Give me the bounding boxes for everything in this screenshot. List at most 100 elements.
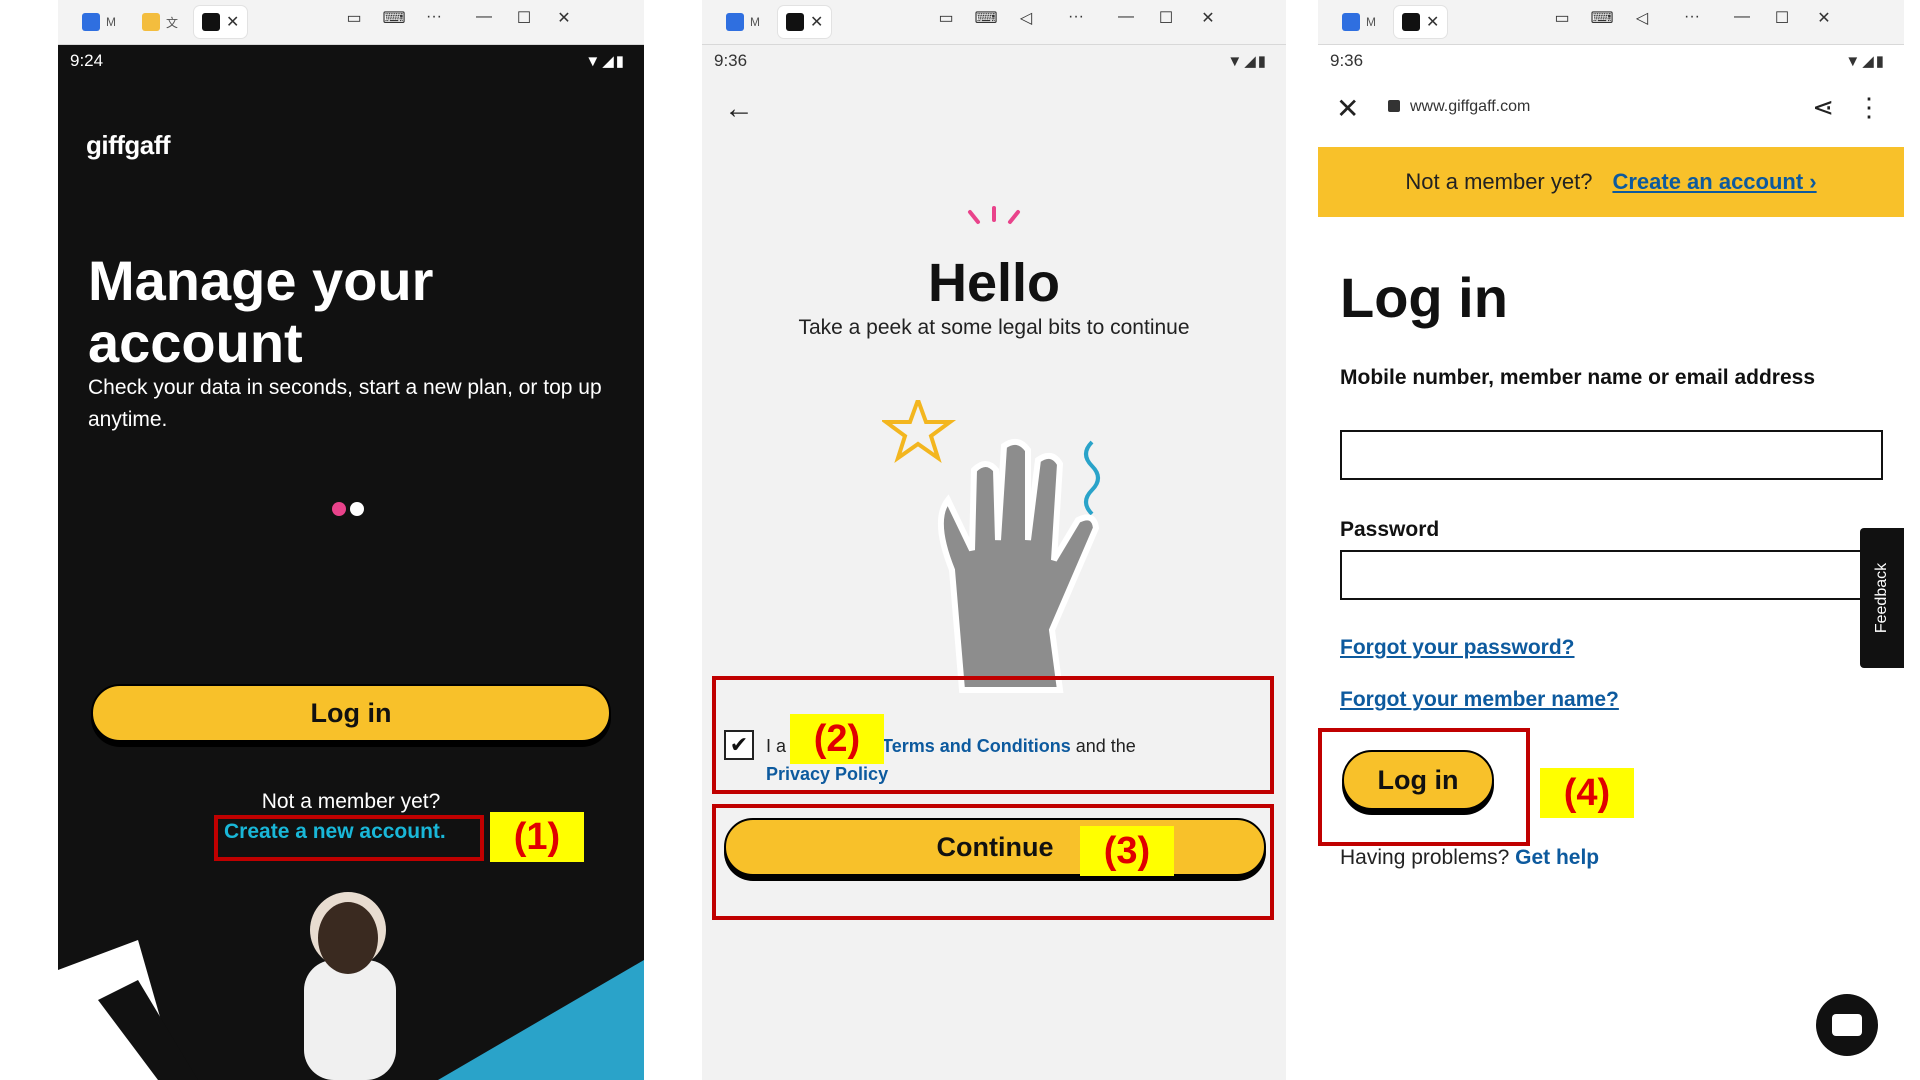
- more-icon[interactable]: ···: [1062, 8, 1090, 26]
- close-tab-icon[interactable]: ✕: [1426, 12, 1439, 32]
- app-favicon-icon: [726, 13, 744, 31]
- carousel-dots: [332, 502, 364, 516]
- status-bar: 9:24 ▼◢▮: [58, 44, 644, 78]
- feedback-label: Feedback: [1873, 562, 1891, 634]
- tab-label: M: [106, 15, 116, 29]
- lock-icon: [1388, 100, 1400, 112]
- page-title: Manage your account: [88, 249, 434, 374]
- legal-subtitle: Take a peek at some legal bits to contin…: [798, 316, 1190, 339]
- step-annotation-2: (2): [790, 714, 884, 764]
- username-input[interactable]: [1340, 430, 1883, 480]
- panel-login: M ✕ ▭ ⌨ ◁ ··· — ☐ ✕ 9:36 ▼◢▮ ✕ www.giffg…: [1318, 0, 1904, 1080]
- highlight-box-1: [214, 815, 484, 861]
- status-bar: 9:36 ▼◢▮: [1318, 44, 1904, 78]
- giffgaff-favicon-icon: [202, 13, 220, 31]
- more-icon[interactable]: ···: [420, 8, 448, 26]
- waving-hand-illustration: [882, 400, 1100, 693]
- minimize-icon[interactable]: —: [470, 8, 498, 26]
- browser-tab-bar: M ✕ ▭ ⌨ ◁ ··· — ☐ ✕: [1318, 0, 1904, 45]
- password-label: Password: [1340, 518, 1440, 541]
- step-annotation-3: (3): [1080, 826, 1174, 876]
- step-annotation-1: (1): [490, 812, 584, 862]
- status-time: 9:36: [714, 51, 748, 70]
- chat-button[interactable]: [1816, 994, 1878, 1056]
- member-banner: Not a member yet? Create an account ›: [1318, 147, 1904, 217]
- minimize-icon[interactable]: —: [1112, 8, 1140, 26]
- giffgaff-logo: giffgaff: [86, 130, 171, 160]
- keyboard-icon[interactable]: ⌨: [1588, 8, 1616, 28]
- login-button[interactable]: Log in: [91, 684, 611, 742]
- signal-battery-icon: ▼◢▮: [1227, 53, 1268, 70]
- forgot-password-link[interactable]: Forgot your password?: [1340, 636, 1575, 660]
- kebab-menu-icon[interactable]: ⋮: [1856, 92, 1882, 123]
- more-icon[interactable]: ···: [1678, 8, 1706, 26]
- status-bar: 9:36 ▼◢▮: [702, 44, 1286, 78]
- tab-app[interactable]: M: [718, 6, 768, 38]
- help-line: Having problems? Get help: [1340, 846, 1599, 870]
- keyboard-icon[interactable]: ⌨: [380, 8, 408, 28]
- privacy-link[interactable]: Privacy Policy: [766, 764, 888, 784]
- screen-icon[interactable]: ▭: [1548, 8, 1576, 28]
- tab-label: 文: [166, 15, 179, 30]
- back-arrow-icon[interactable]: ←: [724, 92, 754, 126]
- sparkle-icon: [968, 206, 1020, 224]
- tab-app[interactable]: M: [1334, 6, 1384, 38]
- maximize-icon[interactable]: ☐: [1768, 8, 1796, 28]
- tab-giffgaff[interactable]: ✕: [1394, 6, 1448, 38]
- minimize-icon[interactable]: —: [1728, 8, 1756, 26]
- speaker-icon[interactable]: ◁: [1012, 8, 1040, 28]
- page-subtitle: Check your data in seconds, start a new …: [88, 376, 602, 431]
- terms-link[interactable]: Terms and Conditions: [882, 736, 1071, 756]
- hello-heading: Hello: [927, 253, 1061, 313]
- signal-battery-icon: ▼◢▮: [585, 53, 626, 70]
- tab-label: M: [1366, 15, 1376, 29]
- app-favicon-icon: [1342, 13, 1360, 31]
- step-annotation-4: (4): [1540, 768, 1634, 818]
- consent-mid: and the: [1075, 736, 1136, 756]
- carousel-dot-active[interactable]: [332, 502, 346, 516]
- browser-tab-bar: M ✕ ▭ ⌨ ◁ ··· — ☐ ✕: [702, 0, 1286, 45]
- close-window-icon[interactable]: ✕: [1194, 8, 1222, 28]
- screen-icon[interactable]: ▭: [340, 8, 368, 28]
- app-favicon-icon: [82, 13, 100, 31]
- password-input[interactable]: ◌: [1340, 550, 1883, 600]
- chat-icon: [1832, 1014, 1862, 1036]
- not-member-text: Not a member yet?: [261, 790, 441, 813]
- close-window-icon[interactable]: ✕: [1810, 8, 1838, 28]
- status-time: 9:24: [70, 51, 104, 70]
- panel-welcome: M 文 ✕ ▭ ⌨ ··· — ☐ ✕ 9:24 ▼◢▮ giffgaff Ma…: [58, 0, 644, 1080]
- tab-giffgaff[interactable]: ✕: [778, 6, 832, 38]
- carousel-dot[interactable]: [350, 502, 364, 516]
- close-tab-icon[interactable]: ✕: [810, 12, 823, 32]
- close-icon[interactable]: ✕: [1336, 92, 1359, 125]
- share-icon[interactable]: ⋖: [1812, 92, 1834, 123]
- giffgaff-favicon-icon: [786, 13, 804, 31]
- username-label: Mobile number, member name or email addr…: [1340, 366, 1815, 389]
- speaker-icon[interactable]: ◁: [1628, 8, 1656, 28]
- consent-checkbox[interactable]: ✔: [724, 730, 754, 760]
- maximize-icon[interactable]: ☐: [510, 8, 538, 28]
- browser-tab-bar: M 文 ✕ ▭ ⌨ ··· — ☐ ✕: [58, 0, 644, 45]
- signal-battery-icon: ▼◢▮: [1845, 53, 1886, 70]
- feedback-tab[interactable]: Feedback: [1860, 528, 1904, 668]
- url-text: www.giffgaff.com: [1410, 98, 1531, 115]
- screen-icon[interactable]: ▭: [932, 8, 960, 28]
- close-window-icon[interactable]: ✕: [550, 8, 578, 28]
- giffgaff-favicon-icon: [1402, 13, 1420, 31]
- login-button[interactable]: Log in: [1342, 750, 1494, 810]
- maximize-icon[interactable]: ☐: [1152, 8, 1180, 28]
- decorative-shapes-illustration: [58, 892, 644, 1080]
- close-tab-icon[interactable]: ✕: [226, 12, 239, 32]
- panel-legal: M ✕ ▭ ⌨ ◁ ··· — ☐ ✕ 9:36 ▼◢▮ ← Hello Tak…: [702, 0, 1286, 1080]
- login-heading: Log in: [1340, 266, 1508, 329]
- folder-favicon-icon: [142, 13, 160, 31]
- tab-giffgaff[interactable]: ✕: [194, 6, 248, 38]
- keyboard-icon[interactable]: ⌨: [972, 8, 1000, 28]
- tab-files[interactable]: 文: [134, 6, 186, 38]
- continue-button[interactable]: Continue: [724, 818, 1266, 876]
- get-help-link[interactable]: Get help: [1515, 846, 1599, 869]
- forgot-member-name-link[interactable]: Forgot your member name?: [1340, 688, 1619, 712]
- tab-app[interactable]: M: [74, 6, 124, 38]
- create-account-link[interactable]: Create an account ›: [1612, 169, 1816, 195]
- problems-text: Having problems?: [1340, 846, 1510, 869]
